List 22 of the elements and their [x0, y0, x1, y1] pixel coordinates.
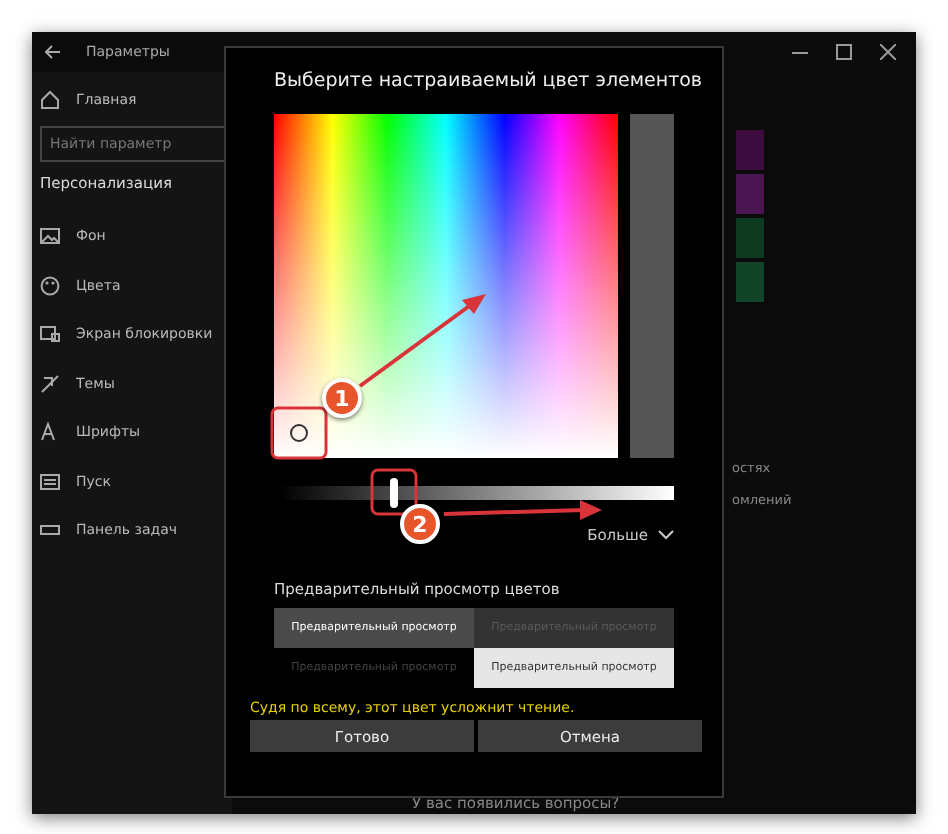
color-swatch[interactable] — [736, 174, 764, 214]
close-icon — [880, 44, 896, 60]
color-spectrum[interactable] — [274, 114, 618, 458]
font-icon — [40, 422, 60, 443]
taskbar-icon — [40, 520, 60, 541]
highlight-frame — [370, 468, 418, 516]
back-arrow-icon — [44, 44, 62, 60]
color-selector-handle[interactable] — [290, 424, 308, 442]
color-swatch[interactable] — [736, 130, 764, 170]
color-swatch[interactable] — [736, 262, 764, 302]
color-swatch[interactable] — [736, 218, 764, 258]
annotation-arrow — [358, 294, 486, 388]
maximize-icon — [836, 44, 852, 60]
start-icon — [40, 471, 60, 492]
slider-thumb[interactable] — [390, 478, 399, 508]
lockscreen-icon — [40, 324, 60, 345]
home-icon — [40, 90, 60, 110]
dialog-title: Выберите настраиваемый цвет элементов — [274, 70, 698, 96]
picture-icon — [40, 226, 60, 247]
palette-icon — [40, 275, 60, 296]
highlight-frame — [270, 406, 328, 460]
chevron-down-icon — [658, 530, 674, 540]
